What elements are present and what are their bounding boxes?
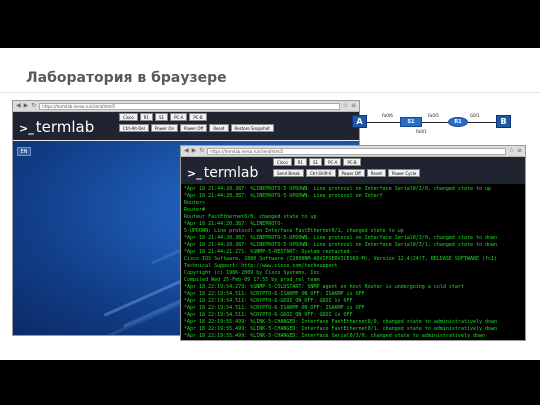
forward-arrow-icon[interactable]: ▶ (24, 103, 29, 109)
port-label: Fa0/1 (416, 129, 427, 134)
address-bar[interactable]: https://termlab.mesa.ru/client/html5 (207, 147, 506, 155)
menu-icon[interactable]: ≡ (351, 103, 356, 109)
star-icon[interactable]: ☆ (509, 148, 514, 154)
termlab-logo: >_ termlab (187, 165, 259, 181)
tab-s1[interactable]: S1 (308, 158, 323, 166)
port-label: G0/1 (470, 113, 480, 118)
back-arrow-icon[interactable]: ◀ (16, 103, 21, 109)
restore-snapshot-button[interactable]: Restore Snapshot (230, 124, 274, 132)
port-label: Fa0/5 (428, 113, 439, 118)
language-badge: EN (17, 147, 31, 156)
slide: Лаборатория в браузере ◀ ▶ ↻ https://ter… (0, 48, 540, 360)
terminal-line: *Apr 18 21:44:20.387: %LINEPROTO-5-UPDOW… (184, 193, 383, 199)
slide-title: Лаборатория в браузере (26, 70, 227, 86)
tab-s1[interactable]: S1 (154, 113, 169, 121)
tab-cisco[interactable]: Cisco (273, 158, 292, 166)
forward-arrow-icon[interactable]: ▶ (192, 148, 197, 154)
reset-button[interactable]: Reset (209, 124, 229, 132)
terminal-line: *Apr 18 21:44:20.387: %LINEPROTO-5-UPDOW… (184, 242, 498, 248)
console-terminal[interactable]: *Apr 18 21:44:20.387: %LINEPROTO-5-UPDOW… (181, 184, 525, 341)
terminal-line: *Apr 18 22:19:55.499: %LINK-5-CHANGED: I… (184, 340, 524, 341)
terminal-line: Cisco IOS Software, 2800 Software (C2800… (184, 256, 498, 262)
terminal-line: Technical Support: http://www.cisco.com/… (184, 263, 338, 269)
tab-cisco[interactable]: Cisco (119, 113, 138, 121)
termlab-logo: >_ termlab (19, 118, 95, 136)
tab-r1[interactable]: R1 (139, 113, 153, 121)
device-switch-s1[interactable]: S1 (400, 117, 422, 127)
port-label: Fa0/6 (382, 113, 393, 118)
ctrl-alt-del-button[interactable]: Ctrl-Alt-Del (119, 124, 149, 132)
device-router-r1[interactable]: R1 (448, 117, 468, 127)
star-icon[interactable]: ☆ (343, 103, 348, 109)
terminal-line: Router> (184, 200, 206, 206)
power-on-button[interactable]: Power On (150, 124, 179, 132)
prompt-caret-icon: >_ (19, 122, 34, 135)
link-r1-b (468, 122, 498, 123)
send-break-button[interactable]: Send Break (273, 169, 304, 177)
reload-icon[interactable]: ↻ (31, 103, 36, 109)
power-off-button[interactable]: Power Off (337, 169, 365, 177)
reset-button[interactable]: Reset (366, 169, 386, 177)
menu-icon[interactable]: ≡ (517, 148, 522, 154)
terminal-line: Router# (184, 207, 206, 213)
browser-toolbar: ◀ ▶ ↻ https://termlab.mesa.ru/client/htm… (181, 146, 525, 157)
network-topology: A S1 R1 B Fa0/6 Fa0/1 Fa0/5 G0/1 (346, 110, 526, 140)
browser-window-front: ◀ ▶ ↻ https://termlab.mesa.ru/client/htm… (180, 145, 526, 341)
title-divider (0, 92, 540, 93)
power-cycle-button[interactable]: Power Cycle (387, 169, 421, 177)
terminal-line: *Apr 18 21:44:20.387: %LINEPROTO-5-UPDOW… (184, 186, 492, 192)
device-pc-b[interactable]: B (496, 115, 511, 128)
terminal-line: *Apr 18 22:19:54.279: %SNMP-5-COLDSTART:… (184, 284, 464, 290)
terminal-line: *Apr 18 22:19:55.499: %LINK-5-CHANGED: I… (184, 326, 498, 332)
termlab-header: >_ termlab Cisco R1 S1 PC-A PC-B Ctrl-Alt… (13, 112, 359, 140)
terminal-line: *Apr 18 22:19:54.511: %CRYPTO-6-GDOI_ON_… (184, 312, 353, 318)
power-off-button[interactable]: Power Off (180, 124, 208, 132)
terminal-line: Compiled Wed 25-Feb-09 17:55 by prod_rel… (184, 277, 320, 283)
terminal-line: Routeur FastEthernet0/0, changed state t… (184, 214, 317, 220)
link-a-s1 (367, 122, 401, 123)
terminal-line: *Apr 18 22:19:55.499: %LINK-5-CHANGED: I… (184, 333, 486, 339)
tab-pc-a[interactable]: PC-A (170, 113, 188, 121)
terminal-line: *Apr 18 21:44:21.271: %SNMP-5-RESTART: S… (184, 249, 359, 255)
tab-r1[interactable]: R1 (293, 158, 307, 166)
link-s1-r1 (422, 122, 448, 123)
terminal-line: *Apr 18 22:19:54.511: %CRYPTO-6-ISAKMP_O… (184, 305, 365, 311)
tab-pc-a[interactable]: PC-A (324, 158, 342, 166)
terminal-line: *Apr 18 22:19:55.499: %LINK-5-CHANGED: I… (184, 319, 498, 325)
terminal-line: 5-UPDOWN: Line protocol on Interface Fas… (184, 228, 404, 234)
terminal-line: *Apr 18 21:44:20.387: %LINEPROTO- (184, 221, 284, 227)
termlab-header: >_ termlab Cisco R1 S1 PC-A PC-B Send Bre… (181, 157, 525, 184)
address-bar[interactable]: https://termlab.mesa.ru/client/html5 (39, 102, 340, 110)
terminal-line: Copyright (c) 1986-2009 by Cisco Systems… (184, 270, 323, 276)
ctrl-shift-6-button[interactable]: Ctrl-Shift-6 (305, 169, 336, 177)
device-pc-a[interactable]: A (352, 115, 367, 128)
terminal-line: *Apr 18 21:44:20.387: %LINEPROTO-5-UPDOW… (184, 235, 498, 241)
tab-pc-b[interactable]: PC-B (189, 113, 207, 121)
back-arrow-icon[interactable]: ◀ (184, 148, 189, 154)
reload-icon[interactable]: ↻ (199, 148, 204, 154)
terminal-line: *Apr 18 22:19:54.511: %CRYPTO-6-GDOI_ON_… (184, 298, 353, 304)
terminal-line: *Apr 18 22:19:54.511: %CRYPTO-6-ISAKMP_O… (184, 291, 365, 297)
browser-toolbar: ◀ ▶ ↻ https://termlab.mesa.ru/client/htm… (13, 101, 359, 112)
prompt-caret-icon: >_ (187, 167, 202, 180)
tab-pc-b[interactable]: PC-B (343, 158, 361, 166)
